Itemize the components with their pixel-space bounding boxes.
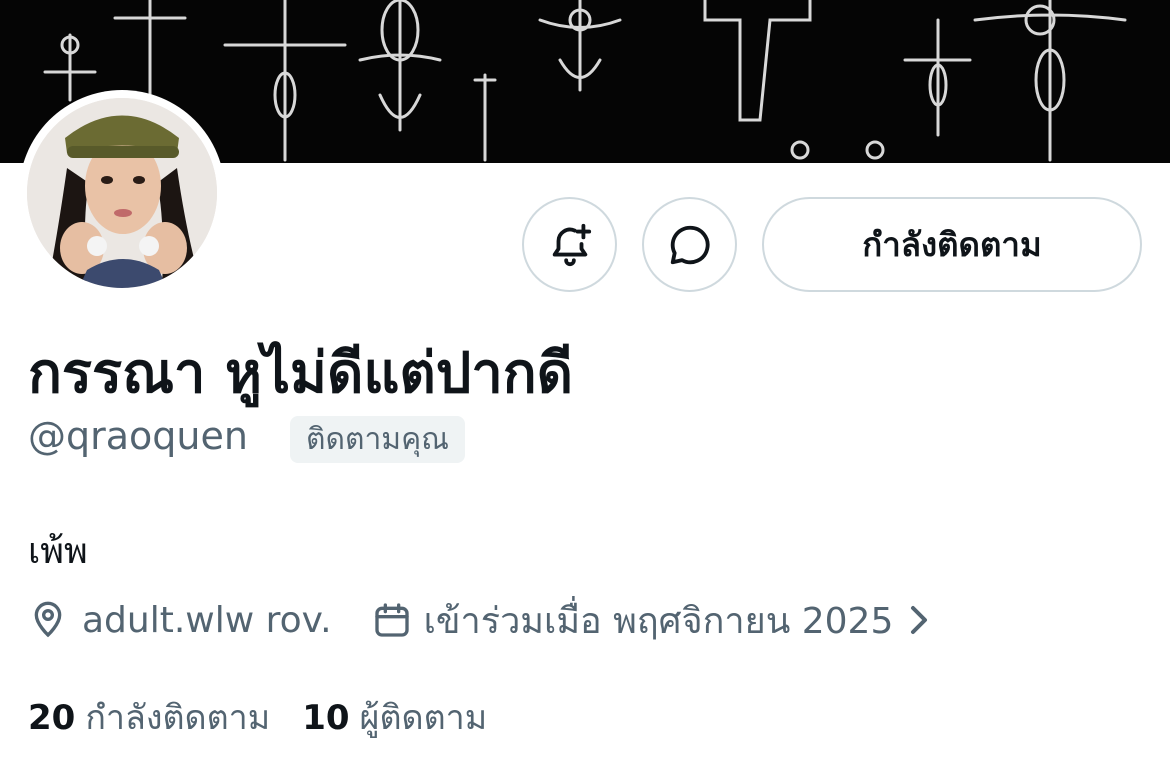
following-count: 20 <box>28 698 76 738</box>
followers-label: ผู้ติดตาม <box>359 698 488 738</box>
profile-meta: adult.wlw rov. เข้าร่วมเมื่อ พฤศจิกายน 2… <box>28 596 931 644</box>
followers-count: 10 <box>302 698 350 738</box>
display-name: กรรณา หูไม่ดีแต่ปากดี <box>28 341 574 406</box>
calendar-icon <box>372 596 416 644</box>
following-link[interactable]: 20 กำลังติดตาม <box>28 690 270 744</box>
avatar-ring <box>19 90 225 296</box>
message-bubble-icon <box>670 225 710 264</box>
following-button[interactable]: กำลังติดตาม <box>762 197 1142 292</box>
chevron-right-icon[interactable] <box>907 604 931 636</box>
location-text: adult.wlw rov. <box>82 599 332 641</box>
followers-link[interactable]: 10 ผู้ติดตาม <box>302 690 487 744</box>
bio-text: เพ้พ <box>28 531 88 572</box>
user-handle: @qraoquen <box>28 414 248 458</box>
location-pin-icon <box>28 596 72 644</box>
message-button[interactable] <box>642 197 737 292</box>
follow-stats: 20 กำลังติดตาม 10 ผู้ติดตาม <box>28 690 487 744</box>
following-label: กำลังติดตาม <box>85 698 271 738</box>
notify-button[interactable] <box>522 197 617 292</box>
avatar-photo <box>27 98 217 288</box>
bell-plus-icon <box>552 223 591 266</box>
follows-you-badge: ติดตามคุณ <box>290 416 465 463</box>
avatar[interactable] <box>27 98 217 288</box>
joined-date[interactable]: เข้าร่วมเมื่อ พฤศจิกายน 2025 <box>424 592 894 649</box>
